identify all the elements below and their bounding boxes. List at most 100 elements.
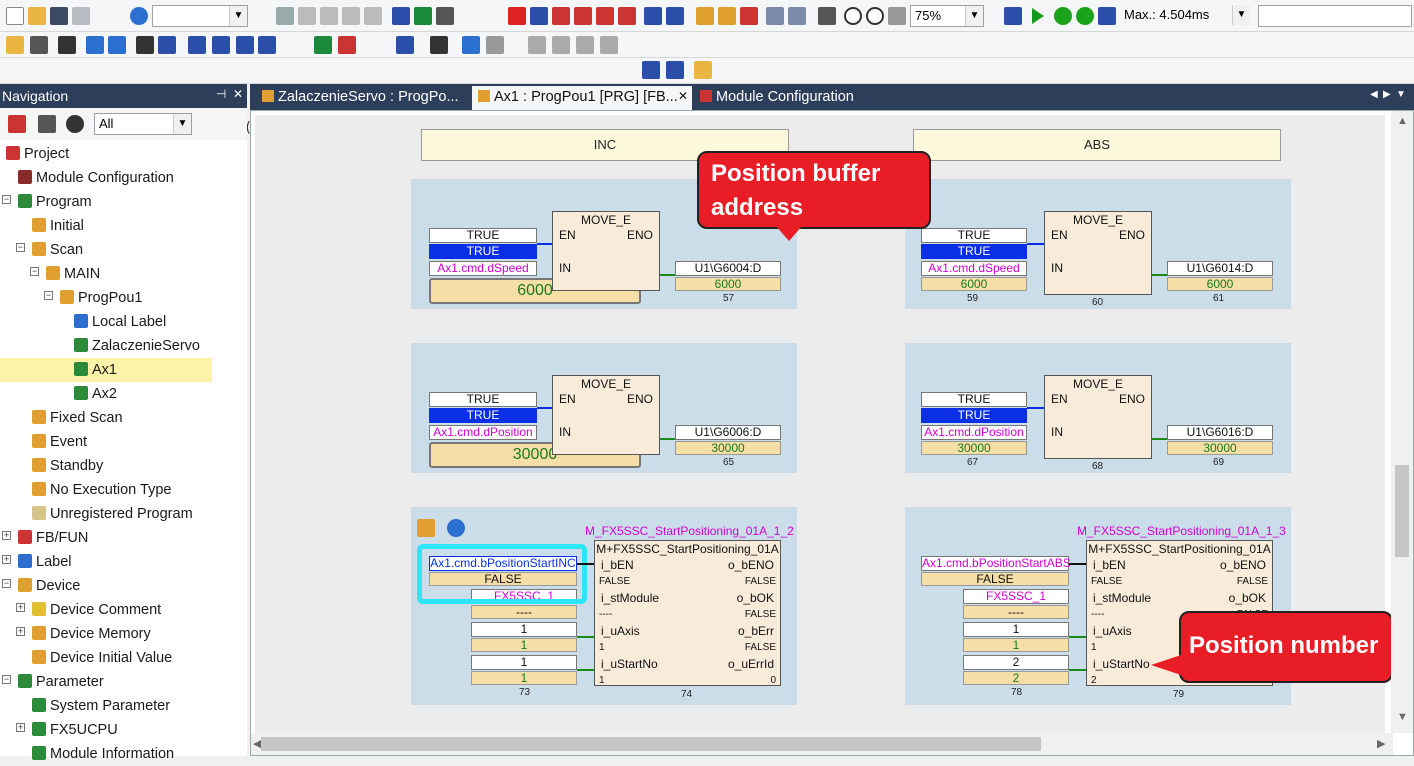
collapse-device-icon[interactable]: − bbox=[2, 579, 11, 588]
tree-item-initial[interactable]: Initial bbox=[32, 214, 84, 238]
move-e-block[interactable]: MOVE_E EN ENO IN bbox=[1044, 375, 1152, 459]
tree-item-zalaczenieservo[interactable]: ZalaczenieServo bbox=[74, 334, 200, 358]
tree-item-fixed-scan[interactable]: Fixed Scan bbox=[32, 406, 123, 430]
write-icon[interactable] bbox=[508, 7, 526, 25]
tree-item-module-information[interactable]: Module Information bbox=[32, 742, 174, 766]
expand-fx5ucpu-icon[interactable]: + bbox=[16, 723, 25, 732]
tree-item-ax1[interactable]: Ax1 bbox=[0, 358, 212, 382]
open-folder-icon[interactable] bbox=[28, 7, 46, 25]
move-e-block[interactable]: MOVE_E EN ENO IN bbox=[552, 375, 660, 455]
read-icon[interactable] bbox=[530, 7, 548, 25]
scroll-down-icon[interactable]: ▼ bbox=[1397, 711, 1408, 723]
true-constant-selected[interactable]: TRUE bbox=[429, 408, 537, 423]
tree-item-label[interactable]: Label bbox=[18, 550, 71, 574]
tab-scroll-left-icon[interactable]: ◀ bbox=[1370, 89, 1378, 100]
help-icon[interactable] bbox=[447, 519, 465, 537]
copy-icon[interactable] bbox=[298, 7, 316, 25]
module-variable[interactable]: FX5SSC_1 bbox=[963, 589, 1069, 604]
tree-item-device[interactable]: Device bbox=[18, 574, 80, 598]
axis-input[interactable]: 1 bbox=[471, 622, 577, 637]
convert-icon[interactable] bbox=[696, 7, 714, 25]
tree-item-system-parameter[interactable]: System Parameter bbox=[32, 694, 170, 718]
tree-item-unregistered-program[interactable]: Unregistered Program bbox=[32, 502, 193, 526]
true-constant-selected[interactable]: TRUE bbox=[429, 244, 537, 259]
convert-all-icon[interactable] bbox=[718, 7, 736, 25]
dev-e-icon[interactable] bbox=[236, 36, 254, 54]
tree-item-device-memory[interactable]: Device Memory bbox=[32, 622, 151, 646]
new-file-icon[interactable] bbox=[6, 7, 24, 25]
position-variable[interactable]: Ax1.cmd.dPosition bbox=[429, 425, 537, 440]
expand-device-memory-icon[interactable]: + bbox=[16, 627, 25, 636]
zoom-in-icon[interactable] bbox=[844, 7, 862, 25]
dev-f-icon[interactable] bbox=[258, 36, 276, 54]
expand-fbfun-icon[interactable]: + bbox=[2, 531, 11, 540]
magnify-icon[interactable] bbox=[642, 61, 660, 79]
pointer-icon[interactable] bbox=[694, 61, 712, 79]
start-variable[interactable]: Ax1.cmd.bPositionStartABS bbox=[921, 556, 1071, 571]
start-positioning-block[interactable]: M+FX5SSC_StartPositioning_01A i_bEN o_bE… bbox=[594, 540, 781, 686]
replace-icon[interactable] bbox=[574, 7, 592, 25]
tree-item-module-configuration[interactable]: Module Configuration bbox=[18, 166, 174, 190]
tree-item-standby[interactable]: Standby bbox=[32, 454, 103, 478]
collapse-scan-icon[interactable]: − bbox=[16, 243, 25, 252]
tree-item-main[interactable]: MAIN bbox=[46, 262, 100, 286]
screen2-icon[interactable] bbox=[486, 36, 504, 54]
dev-b-icon[interactable] bbox=[666, 7, 684, 25]
vertical-scroll-thumb[interactable] bbox=[1395, 465, 1409, 557]
search-combo[interactable]: ▼ bbox=[152, 5, 248, 27]
horizontal-scroll-thumb[interactable] bbox=[261, 737, 1041, 751]
horizontal-scrollbar[interactable]: ◀ ▶ bbox=[251, 733, 1393, 755]
move-e-block[interactable]: MOVE_E EN ENO IN bbox=[1044, 211, 1152, 295]
table-icon[interactable] bbox=[86, 36, 104, 54]
expand-label-icon[interactable]: + bbox=[2, 555, 11, 564]
ladder-tool-icon[interactable] bbox=[666, 61, 684, 79]
tool-icon[interactable] bbox=[338, 36, 356, 54]
cut-icon[interactable] bbox=[276, 7, 294, 25]
scan-time-icon[interactable] bbox=[1098, 7, 1116, 25]
extra-combo[interactable] bbox=[1258, 5, 1412, 27]
collapse-progpou1-icon[interactable]: − bbox=[44, 291, 53, 300]
plc-icon[interactable] bbox=[1004, 7, 1022, 25]
tab-ax1[interactable]: Ax1 : ProgPou1 [PRG] [FB... ✕ bbox=[472, 86, 692, 110]
output-address[interactable]: U1\G6014:D bbox=[1167, 261, 1273, 276]
tree-item-parameter[interactable]: Parameter bbox=[18, 670, 104, 694]
move-e-block[interactable]: MOVE_E EN ENO IN bbox=[552, 211, 660, 291]
chevron-down-icon[interactable]: ▼ bbox=[229, 6, 247, 26]
module-icon[interactable] bbox=[30, 36, 48, 54]
true-constant-selected[interactable]: TRUE bbox=[921, 408, 1027, 423]
collapse-program-icon[interactable]: − bbox=[2, 195, 11, 204]
true-constant-selected[interactable]: TRUE bbox=[921, 244, 1027, 259]
dev-a-icon[interactable] bbox=[644, 7, 662, 25]
dev-d-icon[interactable] bbox=[212, 36, 230, 54]
find-dev-icon[interactable] bbox=[158, 36, 176, 54]
tree-item-program[interactable]: Program bbox=[18, 190, 92, 214]
start-no-input[interactable]: 2 bbox=[963, 655, 1069, 670]
position-variable[interactable]: Ax1.cmd.dPosition bbox=[921, 425, 1027, 440]
undo-icon[interactable] bbox=[342, 7, 360, 25]
compare-icon[interactable] bbox=[596, 7, 614, 25]
zoom-combo[interactable]: 75% ▼ bbox=[910, 5, 984, 27]
filter-icon[interactable] bbox=[430, 36, 448, 54]
panel4-icon[interactable] bbox=[600, 36, 618, 54]
chevron-down-icon[interactable]: ▼ bbox=[1232, 5, 1250, 25]
tab-module-configuration[interactable]: Module Configuration bbox=[694, 86, 874, 110]
gear-icon[interactable] bbox=[66, 115, 84, 133]
table2-icon[interactable] bbox=[108, 36, 126, 54]
collapse-main-icon[interactable]: − bbox=[30, 267, 39, 276]
tree-item-project[interactable]: Project bbox=[6, 142, 69, 166]
monitor-icon[interactable] bbox=[414, 7, 432, 25]
project-view-icon[interactable] bbox=[8, 115, 26, 133]
speed-variable[interactable]: Ax1.cmd.dSpeed bbox=[429, 261, 537, 276]
scroll-right-icon[interactable]: ▶ bbox=[1377, 737, 1385, 750]
true-constant[interactable]: TRUE bbox=[429, 228, 537, 243]
tree-item-event[interactable]: Event bbox=[32, 430, 87, 454]
tree-item-local-label[interactable]: Local Label bbox=[74, 310, 166, 334]
tree-item-device-comment[interactable]: Device Comment bbox=[32, 598, 161, 622]
output-address[interactable]: U1\G6004:D bbox=[675, 261, 781, 276]
output-address[interactable]: U1\G6016:D bbox=[1167, 425, 1273, 440]
online-icon[interactable] bbox=[740, 7, 758, 25]
collapse-parameter-icon[interactable]: − bbox=[2, 675, 11, 684]
watch-icon[interactable] bbox=[396, 36, 414, 54]
tree-item-fb-fun[interactable]: FB/FUN bbox=[18, 526, 88, 550]
ok2-icon[interactable] bbox=[1076, 7, 1094, 25]
